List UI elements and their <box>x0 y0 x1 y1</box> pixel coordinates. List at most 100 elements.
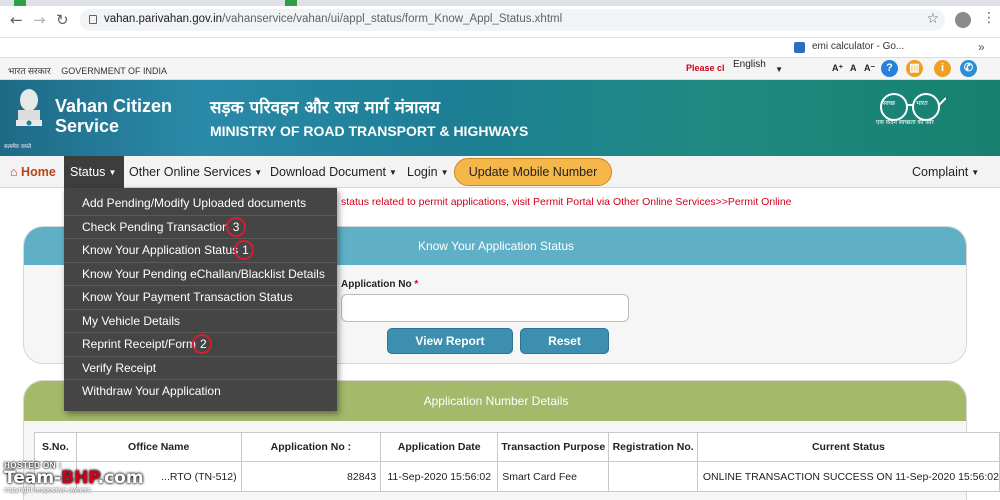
status-dropdown-menu: Add Pending/Modify Uploaded documents Ch… <box>64 188 337 411</box>
nav-status-label: Status <box>70 165 106 179</box>
column-header: Application No : <box>240 432 382 462</box>
table-row[interactable]: ...RTO (TN-512) 82843 11-Sep-2020 15:56:… <box>34 461 1000 492</box>
nav-status[interactable]: Status ▼ <box>64 156 124 188</box>
menu-item-my-vehicle-details[interactable]: My Vehicle Details <box>64 310 337 333</box>
nav-other-online-services[interactable]: Other Online Services ▼ <box>129 156 262 188</box>
header-banner: सत्यमेव जयते Vahan Citizen Service सड़क … <box>0 80 1000 156</box>
address-bar[interactable]: vahan.parivahan.gov.in/vahanservice/vaha… <box>80 9 945 31</box>
caret-down-icon: ▼ <box>108 168 117 177</box>
watermark-brand-c: .com <box>97 468 144 488</box>
caret-down-icon: ▼ <box>389 168 397 177</box>
bookmarks-overflow-icon[interactable]: » <box>978 40 985 54</box>
help-icon[interactable]: ? <box>881 60 898 77</box>
table-cell: ONLINE TRANSACTION SUCCESS ON 11-Sep-202… <box>696 461 1000 492</box>
notice-ticker[interactable]: Please clic <box>686 63 724 73</box>
profile-avatar[interactable] <box>955 12 971 28</box>
nav-home[interactable]: ⌂ Home <box>10 156 56 188</box>
required-mark: * <box>414 279 419 290</box>
swachh-word-2: भारत <box>916 100 928 107</box>
info-icon[interactable]: i <box>934 60 951 77</box>
nav-login[interactable]: Login ▼ <box>407 156 449 188</box>
table-cell: 82843 <box>240 461 382 492</box>
table-cell <box>608 461 698 492</box>
watermark-logo: Team-BHP.com <box>4 468 144 488</box>
menu-item-label: Know Your Application Status <box>82 243 239 257</box>
site-title-line1: Vahan Citizen <box>55 96 173 116</box>
table-header-row: S.No. Office Name Application No : Appli… <box>34 432 1000 462</box>
phone-icon[interactable]: ✆ <box>960 60 977 77</box>
url-text[interactable]: vahan.parivahan.gov.in/vahanservice/vaha… <box>104 13 562 25</box>
font-decrease-button[interactable]: A⁻ <box>864 63 875 74</box>
swachh-caption: एक कदम स्वच्छता की ओर <box>876 120 934 126</box>
gov-english: GOVERNMENT OF INDIA <box>61 66 168 76</box>
column-header: Office Name <box>75 432 242 462</box>
column-header: Registration No. <box>608 432 698 462</box>
url-host: vahan.parivahan.gov.in <box>104 13 223 25</box>
menu-item-label: My Vehicle Details <box>82 313 181 328</box>
reload-icon[interactable]: ↻ <box>56 11 69 29</box>
home-icon: ⌂ <box>10 165 18 179</box>
tab-strip <box>0 0 1000 6</box>
menu-item-label: Reprint Receipt/Form <box>82 337 197 351</box>
nav-complaint-label: Complaint <box>912 165 969 179</box>
annotation-ring <box>226 217 246 237</box>
forward-icon[interactable]: → <box>33 11 46 29</box>
menu-item-label: Withdraw Your Application <box>82 384 221 398</box>
bookmark-favicon-icon <box>794 42 805 53</box>
browser-toolbar: ← → ↻ vahan.parivahan.gov.in/vahanservic… <box>0 0 1000 38</box>
menu-item-know-application-status[interactable]: Know Your Application Status 1 <box>64 239 337 263</box>
chevron-down-icon: ▼ <box>775 65 783 74</box>
watermark-brand-b: BHP <box>61 468 98 488</box>
bookmark-star-icon[interactable]: ☆ <box>926 11 939 27</box>
application-no-label: Application No * <box>341 279 418 290</box>
language-select[interactable]: English ▼ <box>733 59 787 77</box>
column-header: S.No. <box>34 432 77 462</box>
column-header: Current Status <box>696 432 1000 462</box>
nav-other-services-label: Other Online Services <box>129 165 252 179</box>
nav-complaint[interactable]: Complaint ▼ <box>912 156 979 188</box>
font-normal-button[interactable]: A <box>850 63 857 73</box>
tab-indicator[interactable] <box>14 0 26 6</box>
menu-item-withdraw-application[interactable]: Withdraw Your Application <box>64 380 337 404</box>
application-no-label-text: Application No <box>341 279 412 290</box>
lock-icon <box>89 15 97 24</box>
tab-indicator[interactable] <box>285 0 297 6</box>
menu-item-add-pending-documents[interactable]: Add Pending/Modify Uploaded documents <box>64 192 337 216</box>
menu-item-label: Know Your Payment Transaction Status <box>82 290 293 304</box>
ministry-name-hindi: सड़क परिवहन और राज मार्ग मंत्रालय <box>210 98 440 118</box>
language-value: English <box>733 59 766 70</box>
more-menu-icon[interactable]: ⋮ <box>982 10 996 26</box>
application-no-input[interactable] <box>341 294 629 322</box>
update-mobile-number-button[interactable]: Update Mobile Number <box>454 158 612 186</box>
annotation-ring <box>234 240 254 260</box>
manual-book-icon[interactable]: ▥ <box>906 60 923 77</box>
menu-item-label: Know Your Pending eChallan/Blacklist Det… <box>82 266 325 281</box>
caret-down-icon: ▼ <box>254 168 263 177</box>
site-title[interactable]: Vahan Citizen Service <box>55 96 172 136</box>
bookmark-item[interactable]: emi calculator - Go... <box>812 41 904 52</box>
gov-strip: भारत सरकार GOVERNMENT OF INDIA Please cl… <box>0 58 1000 80</box>
permit-notice: status related to permit applications, v… <box>341 196 792 208</box>
national-emblem-icon <box>16 89 42 126</box>
caret-down-icon: ▼ <box>440 168 449 177</box>
table-cell: 11-Sep-2020 15:56:02 <box>380 461 499 492</box>
nav-download-document[interactable]: Download Document ▼ <box>270 156 397 188</box>
application-details-table: S.No. Office Name Application No : Appli… <box>34 432 1000 492</box>
menu-item-echallan-blacklist[interactable]: Know Your Pending eChallan/Blacklist Det… <box>64 263 337 286</box>
column-header: Transaction Purpose <box>497 432 610 462</box>
font-increase-button[interactable]: A⁺ <box>832 63 843 74</box>
site-title-line2: Service <box>55 116 120 136</box>
annotation-ring <box>192 334 212 354</box>
menu-item-verify-receipt[interactable]: Verify Receipt <box>64 357 337 380</box>
nav-download-label: Download Document <box>270 165 387 179</box>
reset-button[interactable]: Reset <box>520 328 609 354</box>
back-icon[interactable]: ← <box>10 11 23 29</box>
menu-item-check-pending-transaction[interactable]: Check Pending Transaction 3 <box>64 216 337 239</box>
menu-item-label: Verify Receipt <box>82 360 157 375</box>
gov-hindi: भारत सरकार <box>8 66 51 76</box>
menu-item-payment-transaction-status[interactable]: Know Your Payment Transaction Status <box>64 286 337 310</box>
caret-down-icon: ▼ <box>971 168 980 177</box>
watermark-copyright: copyright respective owners <box>4 487 91 494</box>
view-report-button[interactable]: View Report <box>387 328 513 354</box>
menu-item-label: Check Pending Transaction <box>82 219 229 234</box>
